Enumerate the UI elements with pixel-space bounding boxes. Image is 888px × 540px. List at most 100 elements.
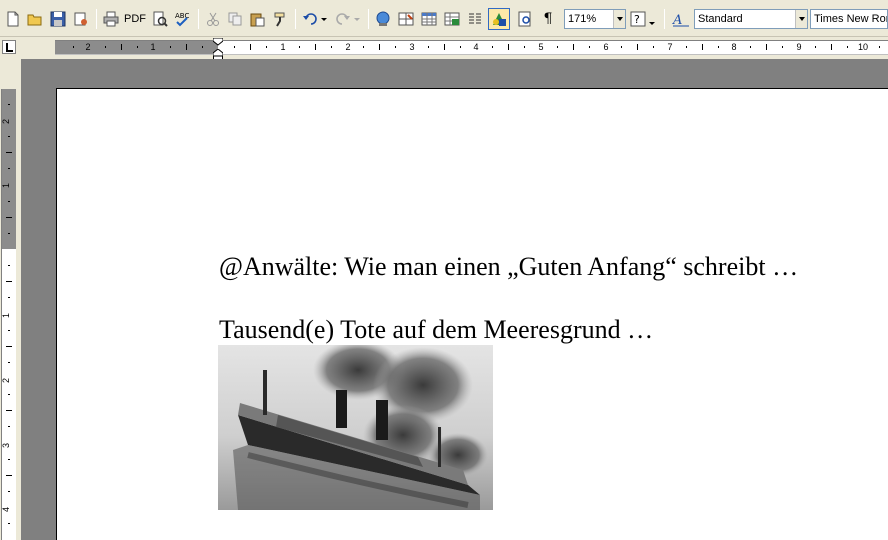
ruler-tick: [8, 297, 10, 299]
first-line-indent-marker[interactable]: [213, 38, 223, 46]
new-document-button[interactable]: [3, 8, 23, 30]
tables-borders-button[interactable]: [396, 8, 416, 30]
style-combo[interactable]: Standard: [694, 9, 808, 29]
undo-button[interactable]: [300, 8, 330, 30]
copy-icon: [228, 12, 242, 26]
ruler-number: 1: [1, 312, 12, 319]
font-combo[interactable]: Times New Roman: [810, 9, 888, 29]
ruler-tick: [201, 46, 203, 48]
insert-table-button[interactable]: [419, 8, 439, 30]
print-preview-button[interactable]: [150, 8, 170, 30]
spellcheck-button[interactable]: ABC: [172, 8, 192, 30]
font-value: Times New Roman: [814, 13, 887, 25]
ruler-tick: [556, 46, 558, 48]
pdf-icon: PDF: [124, 13, 146, 25]
help-button[interactable]: ?: [628, 8, 658, 30]
insert-excel-button[interactable]: [442, 8, 462, 30]
undo-icon: [303, 13, 327, 25]
ruler-tick: [169, 46, 171, 48]
tab-selector[interactable]: [2, 40, 16, 54]
ruler-tick: [8, 168, 10, 170]
save-button[interactable]: [48, 8, 68, 30]
permission-button[interactable]: [71, 8, 91, 30]
insert-table-icon: [421, 12, 437, 26]
columns-icon: [469, 13, 481, 24]
ruler-tick: [782, 46, 784, 48]
ruler-tick: [8, 200, 10, 202]
ruler-tick: [524, 46, 526, 48]
ruler-number: 5: [538, 42, 544, 52]
ruler-tick: [701, 44, 703, 50]
paste-button[interactable]: [247, 8, 267, 30]
zoom-value: 171%: [568, 13, 597, 25]
ruler-tick: [717, 46, 719, 48]
ruler-tick: [6, 474, 12, 476]
standard-toolbar: PDF ABC ¶ 171% ? A Standard Times New Ro: [0, 0, 888, 37]
styles-button[interactable]: A: [670, 8, 692, 30]
document-map-button[interactable]: [515, 8, 535, 30]
ruler-number: 2: [85, 42, 91, 52]
open-button[interactable]: [25, 8, 45, 30]
style-value: Standard: [698, 13, 743, 25]
ruler-tick: [6, 152, 12, 154]
document-map-icon: [518, 11, 531, 27]
ruler-tick: [572, 44, 574, 50]
open-folder-icon: [27, 14, 42, 26]
pdf-button[interactable]: PDF: [123, 8, 147, 30]
document-heading-line[interactable]: @Anwälte: Wie man einen „Guten Anfang“ s…: [219, 252, 798, 282]
print-button[interactable]: [101, 8, 121, 30]
print-icon: [103, 11, 119, 27]
cut-button[interactable]: [203, 8, 223, 30]
vertical-ruler[interactable]: 2 1 1 2 3 4: [1, 89, 16, 540]
show-formatting-button[interactable]: ¶: [538, 8, 558, 30]
ruler-number: 6: [603, 42, 609, 52]
ruler-tick: [8, 232, 10, 234]
ruler-tick: [266, 46, 268, 48]
ruler-tick: [508, 44, 510, 50]
ruler-tick: [653, 46, 655, 48]
ruler-tick: [8, 426, 10, 428]
ruler-tick: [395, 46, 397, 48]
ruler-number: 3: [409, 42, 415, 52]
drawing-button[interactable]: [488, 8, 510, 30]
hyperlink-button[interactable]: [373, 8, 393, 30]
ruler-tick: [185, 44, 187, 50]
redo-icon: [336, 13, 360, 25]
ruler-tick: [814, 46, 816, 48]
ruler-tick: [105, 46, 107, 48]
ruler-tick: [846, 46, 848, 48]
ruler-tick: [766, 44, 768, 50]
ruler-tick: [234, 46, 236, 48]
chevron-down-icon[interactable]: [613, 10, 625, 28]
format-painter-icon: [274, 12, 285, 27]
ruler-tick: [298, 46, 300, 48]
ruler-tick: [8, 103, 10, 105]
copy-button[interactable]: [225, 8, 245, 30]
ruler-tick: [8, 136, 10, 138]
document-subheading-line[interactable]: Tausend(e) Tote auf dem Meeresgrund …: [219, 315, 653, 345]
ruler-number: 2: [345, 42, 351, 52]
zoom-combo[interactable]: 171%: [564, 9, 626, 29]
horizontal-ruler[interactable]: 2 1 1 2 3 4 5 6 7 8 9 10: [55, 38, 888, 61]
ruler-tick: [443, 44, 445, 50]
ruler-tick: [621, 46, 623, 48]
redo-button[interactable]: [333, 8, 363, 30]
ruler-tick: [6, 410, 12, 412]
print-preview-icon: [153, 11, 168, 27]
format-painter-button[interactable]: [270, 8, 290, 30]
ruler-tick: [459, 46, 461, 48]
ruler-tick: [8, 490, 10, 492]
ruler-number: 3: [1, 442, 12, 449]
ruler-number: 2: [1, 377, 12, 384]
svg-text:?: ?: [634, 13, 640, 26]
pilcrow-icon: ¶: [543, 11, 553, 27]
ruler-tick: [314, 44, 316, 50]
columns-button[interactable]: [465, 8, 485, 30]
ruler-tick: [685, 46, 687, 48]
ruler-tick: [121, 44, 123, 50]
ruler-number: 4: [473, 42, 479, 52]
ruler-tick: [8, 361, 10, 363]
chevron-down-icon[interactable]: [795, 10, 807, 28]
ruler-tick: [879, 46, 881, 48]
burning-ship-photo[interactable]: [218, 345, 493, 510]
